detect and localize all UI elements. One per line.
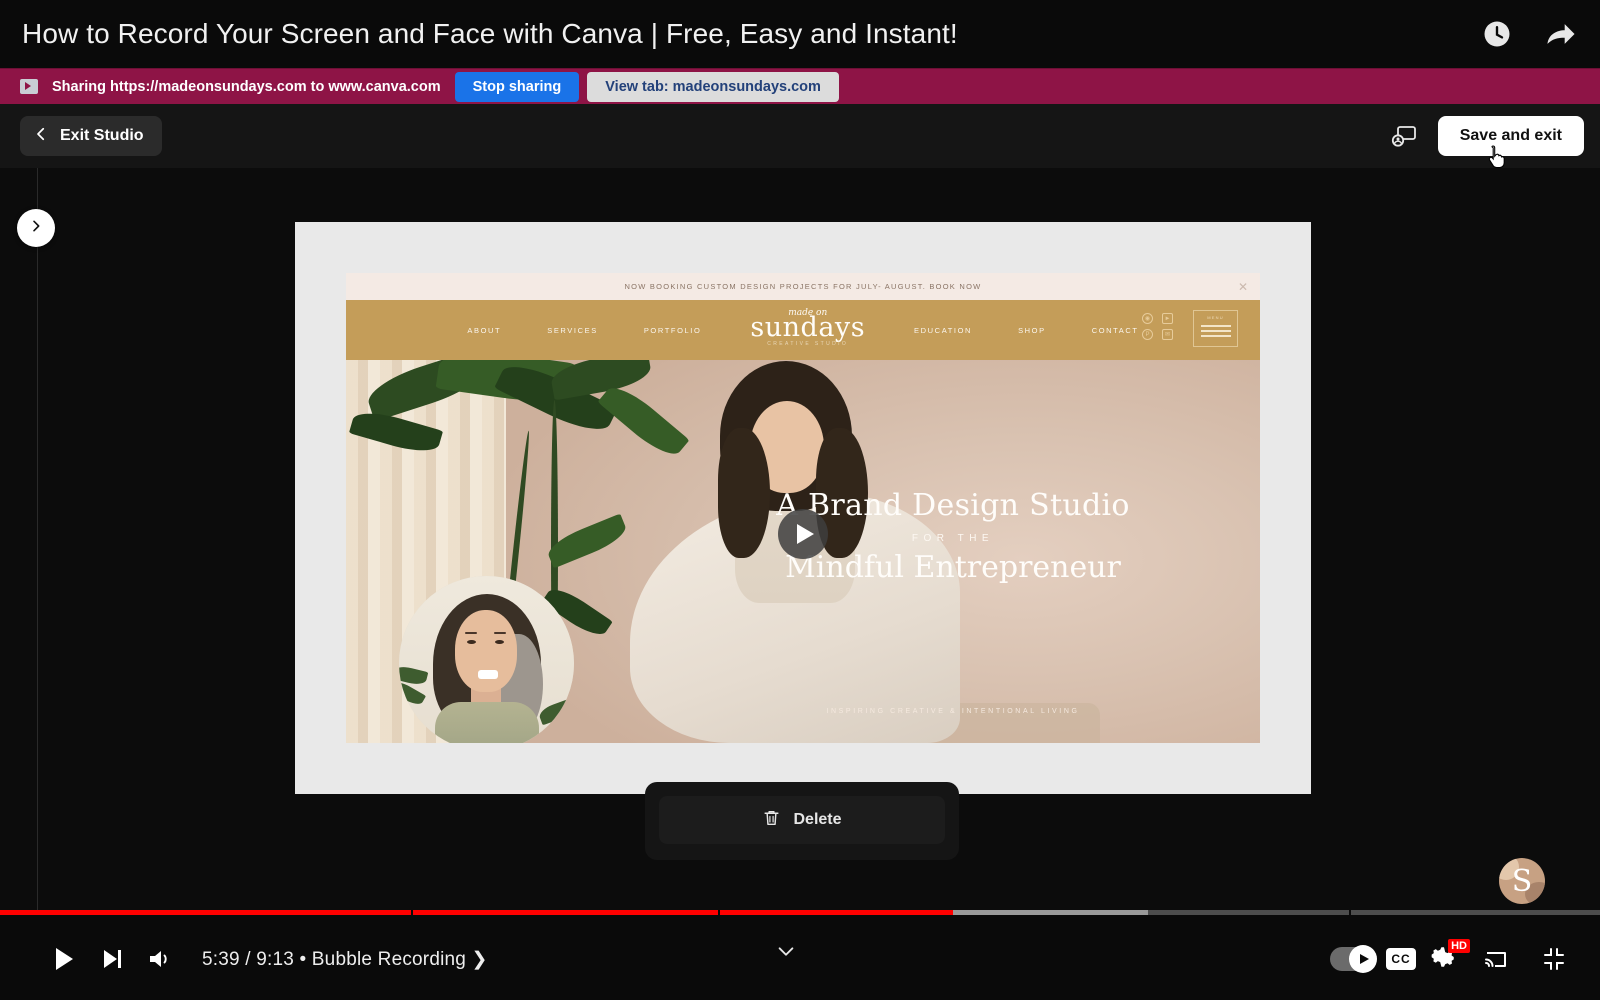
nav-link-portfolio[interactable]: PORTFOLIO xyxy=(644,326,702,335)
nav-link-education[interactable]: EDUCATION xyxy=(914,326,972,335)
page-title: How to Record Your Screen and Face with … xyxy=(22,18,958,49)
chevron-right-icon xyxy=(28,218,44,239)
webcam-bubble[interactable] xyxy=(399,576,574,743)
player-controls-left: 5:39 / 9:13 • Bubble Recording ❯ xyxy=(40,935,488,983)
youtube-icon[interactable]: ► xyxy=(1162,313,1173,324)
bubble-eye xyxy=(467,640,476,644)
bubble-shirt xyxy=(435,702,539,743)
exit-studio-label: Exit Studio xyxy=(60,127,144,144)
site-menu-button[interactable]: MENU xyxy=(1193,310,1238,347)
player-controls: 5:39 / 9:13 • Bubble Recording ❯ CC HD xyxy=(0,915,1600,1000)
site-nav-links: ABOUT SERVICES PORTFOLIO made on sundays… xyxy=(346,309,1260,349)
collapse-button[interactable] xyxy=(1530,935,1578,983)
play-button[interactable] xyxy=(40,935,88,983)
chevron-down-icon[interactable] xyxy=(775,943,797,966)
exit-studio-button[interactable]: Exit Studio xyxy=(20,116,162,156)
present-with-camera-icon[interactable] xyxy=(1382,114,1426,158)
close-icon[interactable]: ✕ xyxy=(1238,280,1248,294)
save-and-exit-button[interactable]: Save and exit xyxy=(1437,116,1584,156)
panel-divider xyxy=(37,168,38,910)
studio-toolbar: Exit Studio Save and exit xyxy=(0,104,1600,168)
settings-button[interactable]: HD xyxy=(1426,939,1470,977)
share-arrow-icon[interactable] xyxy=(1544,17,1578,51)
nav-link-about[interactable]: ABOUT xyxy=(467,326,501,335)
email-icon[interactable]: ✉ xyxy=(1162,329,1173,340)
share-message: Sharing https://madeonsundays.com to www… xyxy=(52,78,441,95)
hamburger-line xyxy=(1200,335,1231,337)
screen-share-infobar: Sharing https://madeonsundays.com to www… xyxy=(0,68,1600,104)
site-logo[interactable]: made on sundays CREATIVE STUDIO xyxy=(750,309,865,347)
site-promo-text: NOW BOOKING CUSTOM DESIGN PROJECTS FOR J… xyxy=(624,282,982,291)
subtitles-button[interactable]: CC xyxy=(1386,948,1416,970)
bubble-mouth xyxy=(478,670,498,679)
site-promo-banner: NOW BOOKING CUSTOM DESIGN PROJECTS FOR J… xyxy=(346,273,1260,300)
play-triangle xyxy=(796,524,814,544)
bubble-brow xyxy=(494,632,506,634)
video-title-actions xyxy=(1480,0,1578,68)
hamburger-line xyxy=(1200,325,1231,327)
hamburger-line xyxy=(1200,330,1231,332)
clip-actions-panel: Delete xyxy=(645,782,959,860)
delete-button[interactable]: Delete xyxy=(659,796,945,844)
bubble-eye xyxy=(495,640,504,644)
screen-share-icon xyxy=(20,79,38,94)
app-root: How to Record Your Screen and Face with … xyxy=(0,0,1600,1000)
avatar-letter: S xyxy=(1511,863,1533,899)
next-video-button[interactable] xyxy=(88,935,136,983)
play-triangle xyxy=(1359,954,1369,964)
studio-toolbar-right: Save and exit xyxy=(1382,104,1600,168)
autoplay-toggle[interactable] xyxy=(1330,945,1377,973)
nav-link-services[interactable]: SERVICES xyxy=(547,326,598,335)
pinterest-icon[interactable]: P xyxy=(1142,329,1153,340)
shared-website: NOW BOOKING CUSTOM DESIGN PROJECTS FOR J… xyxy=(346,273,1260,743)
player-control-bar: 5:39 / 9:13 • Bubble Recording ❯ CC HD xyxy=(0,910,1600,1000)
player-controls-right: CC HD xyxy=(1330,935,1578,983)
recording-preview-frame[interactable]: NOW BOOKING CUSTOM DESIGN PROJECTS FOR J… xyxy=(295,222,1311,794)
bubble-face xyxy=(455,610,517,692)
view-tab-button[interactable]: View tab: madeonsundays.com xyxy=(587,71,839,102)
chevron-left-icon xyxy=(32,125,50,148)
site-logo-main: sundays xyxy=(750,312,866,343)
cast-button[interactable] xyxy=(1472,935,1520,983)
video-title-bar: How to Record Your Screen and Face with … xyxy=(0,0,1600,68)
stop-sharing-button[interactable]: Stop sharing xyxy=(454,71,580,102)
site-social-icons: ◉ ► P ✉ xyxy=(1142,313,1176,340)
autoplay-knob xyxy=(1349,945,1377,973)
site-logo-sub: CREATIVE STUDIO xyxy=(767,341,849,347)
bubble-brow xyxy=(465,632,477,634)
trash-icon xyxy=(762,808,781,833)
instagram-icon[interactable]: ◉ xyxy=(1142,313,1153,324)
volume-button[interactable] xyxy=(136,935,184,983)
person-hair-front xyxy=(718,428,770,558)
time-and-chapter[interactable]: 5:39 / 9:13 • Bubble Recording ❯ xyxy=(202,948,488,971)
hero-tagline: INSPIRING CREATIVE & INTENTIONAL LIVING xyxy=(826,708,1080,715)
panel-expand-button[interactable] xyxy=(17,209,55,247)
site-menu-label: MENU xyxy=(1207,315,1224,320)
nav-link-shop[interactable]: SHOP xyxy=(1018,326,1046,335)
site-navigation: ABOUT SERVICES PORTFOLIO made on sundays… xyxy=(346,300,1260,360)
channel-avatar[interactable]: S xyxy=(1499,858,1545,904)
delete-label: Delete xyxy=(793,811,842,828)
clock-icon[interactable] xyxy=(1480,17,1514,51)
hd-badge: HD xyxy=(1448,939,1470,954)
nav-link-contact[interactable]: CONTACT xyxy=(1092,326,1139,335)
play-icon[interactable] xyxy=(778,509,828,559)
